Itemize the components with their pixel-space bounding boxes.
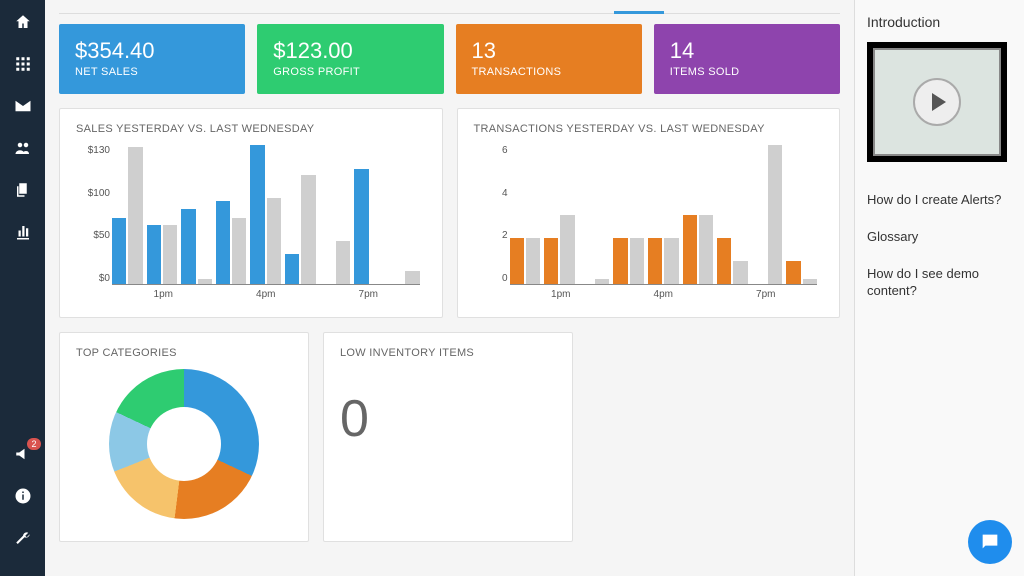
bar	[613, 238, 627, 284]
bar	[733, 261, 747, 284]
bar-group	[683, 145, 714, 284]
bar-group	[320, 145, 351, 284]
transactions-chart-panel: TRANSACTIONS YESTERDAY VS. LAST WEDNESDA…	[457, 108, 841, 318]
bar-group	[510, 145, 541, 284]
bar	[786, 261, 800, 284]
bar-group	[613, 145, 644, 284]
wrench-icon[interactable]	[13, 528, 33, 548]
bar	[683, 215, 697, 285]
kpi-items-sold[interactable]: 14 ITEMS SOLD	[654, 24, 840, 94]
y-axis: $130 $100 $50 $0	[76, 145, 110, 284]
x-axis: 1pm 4pm 7pm	[510, 289, 818, 300]
bar-group	[717, 145, 748, 284]
bar	[405, 271, 419, 284]
bar	[768, 145, 782, 284]
bar	[147, 225, 161, 284]
bar-group	[354, 145, 385, 284]
megaphone-icon[interactable]: 2	[13, 444, 33, 464]
kpi-transactions[interactable]: 13 TRANSACTIONS	[456, 24, 642, 94]
bar	[250, 145, 264, 284]
bar-group	[752, 145, 783, 284]
bar	[301, 175, 315, 284]
bar-group	[147, 145, 178, 284]
mail-icon[interactable]	[13, 96, 33, 116]
kpi-net-sales[interactable]: $354.40 NET SALES	[59, 24, 245, 94]
info-icon[interactable]	[13, 486, 33, 506]
bar-group	[389, 145, 420, 284]
bar-group	[285, 145, 316, 284]
sidebar: 2	[0, 0, 45, 576]
low-inventory-value: 0	[340, 389, 556, 449]
bar	[699, 215, 713, 285]
low-inventory-title: LOW INVENTORY ITEMS	[340, 347, 556, 359]
bar	[544, 238, 558, 284]
bar-group	[181, 145, 212, 284]
bar-group	[216, 145, 247, 284]
play-icon[interactable]	[913, 78, 961, 126]
help-title: Introduction	[867, 14, 1012, 30]
kpi-gross-profit[interactable]: $123.00 GROSS PROFIT	[257, 24, 443, 94]
bar-group	[250, 145, 281, 284]
bar	[510, 238, 524, 284]
video-frame	[873, 48, 1001, 156]
bar	[112, 218, 126, 284]
y-axis: 6 4 2 0	[474, 145, 508, 284]
bar	[595, 279, 609, 284]
kpi-row: $354.40 NET SALES $123.00 GROSS PROFIT 1…	[59, 24, 840, 94]
bar	[232, 218, 246, 284]
transactions-bar-chart: 6 4 2 0	[510, 145, 818, 285]
bar-group	[579, 145, 610, 284]
bar	[526, 238, 540, 284]
donut-chart	[109, 369, 259, 519]
bar	[285, 254, 299, 284]
chart-row: SALES YESTERDAY VS. LAST WEDNESDAY $130 …	[59, 108, 840, 318]
notification-badge: 2	[27, 438, 40, 450]
bar-group	[544, 145, 575, 284]
grid-icon[interactable]	[13, 54, 33, 74]
bar	[267, 198, 281, 284]
users-icon[interactable]	[13, 138, 33, 158]
copy-icon[interactable]	[13, 180, 33, 200]
bar	[803, 279, 817, 284]
bar	[181, 209, 195, 284]
bar	[630, 238, 644, 284]
donut-hole	[147, 407, 221, 481]
low-inventory-panel: LOW INVENTORY ITEMS 0	[323, 332, 573, 542]
top-categories-panel: TOP CATEGORIES	[59, 332, 309, 542]
sales-chart-title: SALES YESTERDAY VS. LAST WEDNESDAY	[76, 123, 426, 135]
bar	[648, 238, 662, 284]
chart-icon[interactable]	[13, 222, 33, 242]
intro-video-thumb[interactable]	[867, 42, 1007, 162]
bar	[198, 279, 212, 284]
top-tab-bar	[59, 0, 840, 14]
bar	[560, 215, 574, 285]
bottom-row: TOP CATEGORIES LOW INVENTORY ITEMS 0	[59, 332, 840, 542]
home-icon[interactable]	[13, 12, 33, 32]
chat-button[interactable]	[968, 520, 1012, 564]
bar	[216, 201, 230, 284]
help-link-glossary[interactable]: Glossary	[867, 229, 1012, 246]
sales-chart-panel: SALES YESTERDAY VS. LAST WEDNESDAY $130 …	[59, 108, 443, 318]
bar	[664, 238, 678, 284]
bar-group	[112, 145, 143, 284]
help-link-demo[interactable]: How do I see demo content?	[867, 266, 1012, 300]
bar	[717, 238, 731, 284]
transactions-chart-title: TRANSACTIONS YESTERDAY VS. LAST WEDNESDA…	[474, 123, 824, 135]
bar	[354, 169, 368, 284]
bar	[128, 147, 142, 284]
bar-group	[786, 145, 817, 284]
x-axis: 1pm 4pm 7pm	[112, 289, 420, 300]
bar-group	[648, 145, 679, 284]
top-categories-title: TOP CATEGORIES	[76, 347, 292, 359]
bar	[336, 241, 350, 284]
bar	[163, 225, 177, 284]
main-content: $354.40 NET SALES $123.00 GROSS PROFIT 1…	[45, 0, 854, 576]
sales-bar-chart: $130 $100 $50 $0	[112, 145, 420, 285]
help-link-alerts[interactable]: How do I create Alerts?	[867, 192, 1012, 209]
help-panel: Introduction How do I create Alerts? Glo…	[854, 0, 1024, 576]
